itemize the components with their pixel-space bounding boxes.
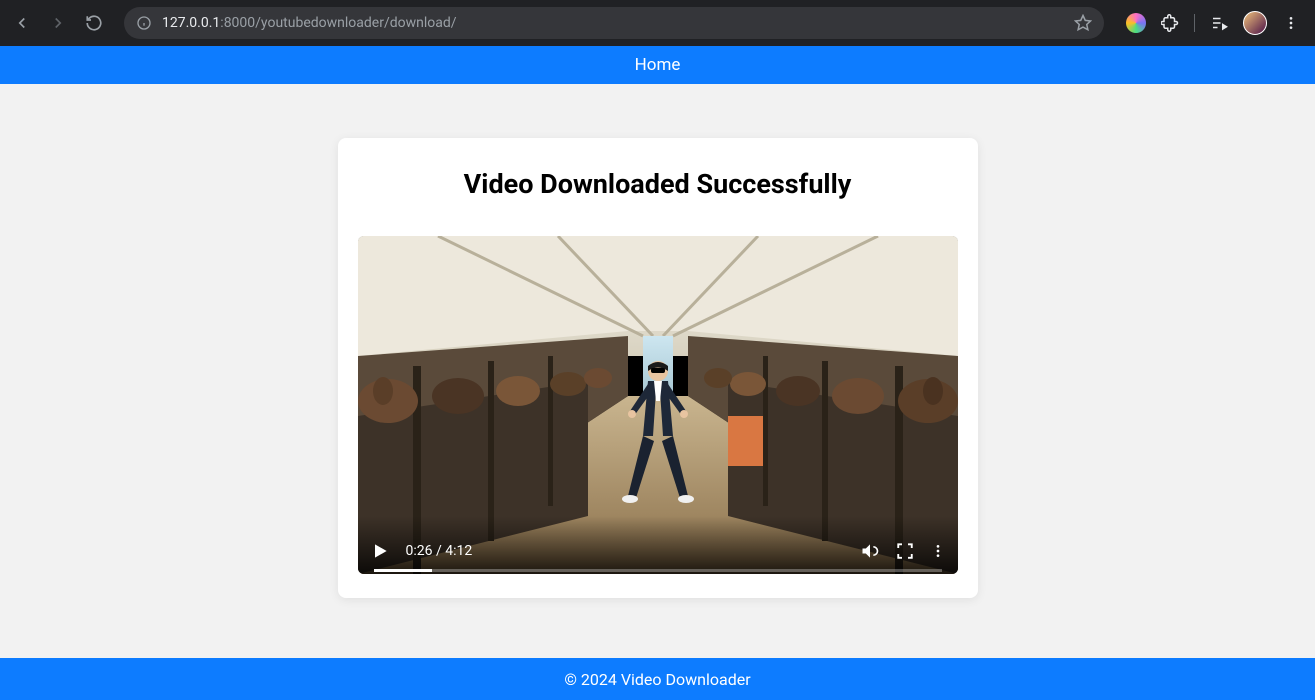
page-footer: © 2024 Video Downloader [0, 658, 1315, 700]
video-controls: 0:26 / 4:12 [358, 516, 958, 574]
forward-button[interactable] [44, 9, 72, 37]
reload-button[interactable] [80, 9, 108, 37]
video-menu-icon[interactable] [930, 543, 946, 559]
nav-link-home[interactable]: Home [635, 55, 681, 75]
toolbar-divider [1194, 14, 1195, 32]
play-button[interactable] [370, 541, 390, 561]
site-info-icon[interactable] [136, 15, 152, 31]
back-button[interactable] [8, 9, 36, 37]
browser-chrome: 127.0.0.1:8000/youtubedownloader/downloa… [0, 0, 1315, 46]
footer-text: © 2024 Video Downloader [564, 670, 750, 689]
result-card: Video Downloaded Successfully [338, 138, 978, 598]
fullscreen-button[interactable] [896, 542, 914, 560]
progress-fill [374, 569, 433, 572]
page-title: Video Downloaded Successfully [464, 168, 852, 200]
extension-ai-icon[interactable] [1126, 13, 1146, 33]
time-display: 0:26 / 4:12 [406, 543, 473, 559]
page-content: Video Downloaded Successfully [0, 84, 1315, 658]
address-bar[interactable]: 127.0.0.1:8000/youtubedownloader/downloa… [124, 7, 1104, 39]
bookmark-star-icon[interactable] [1074, 14, 1092, 32]
volume-button[interactable] [860, 541, 880, 561]
page-nav-bar: Home [0, 46, 1315, 84]
extensions-icon[interactable] [1160, 13, 1180, 33]
chrome-menu-icon[interactable] [1281, 13, 1301, 33]
video-player[interactable]: 0:26 / 4:12 [358, 236, 958, 574]
progress-bar[interactable] [374, 569, 942, 572]
media-control-icon[interactable] [1209, 13, 1229, 33]
url-text: 127.0.0.1:8000/youtubedownloader/downloa… [162, 15, 1064, 31]
profile-avatar[interactable] [1243, 11, 1267, 35]
chrome-toolbar-right [1120, 11, 1307, 35]
